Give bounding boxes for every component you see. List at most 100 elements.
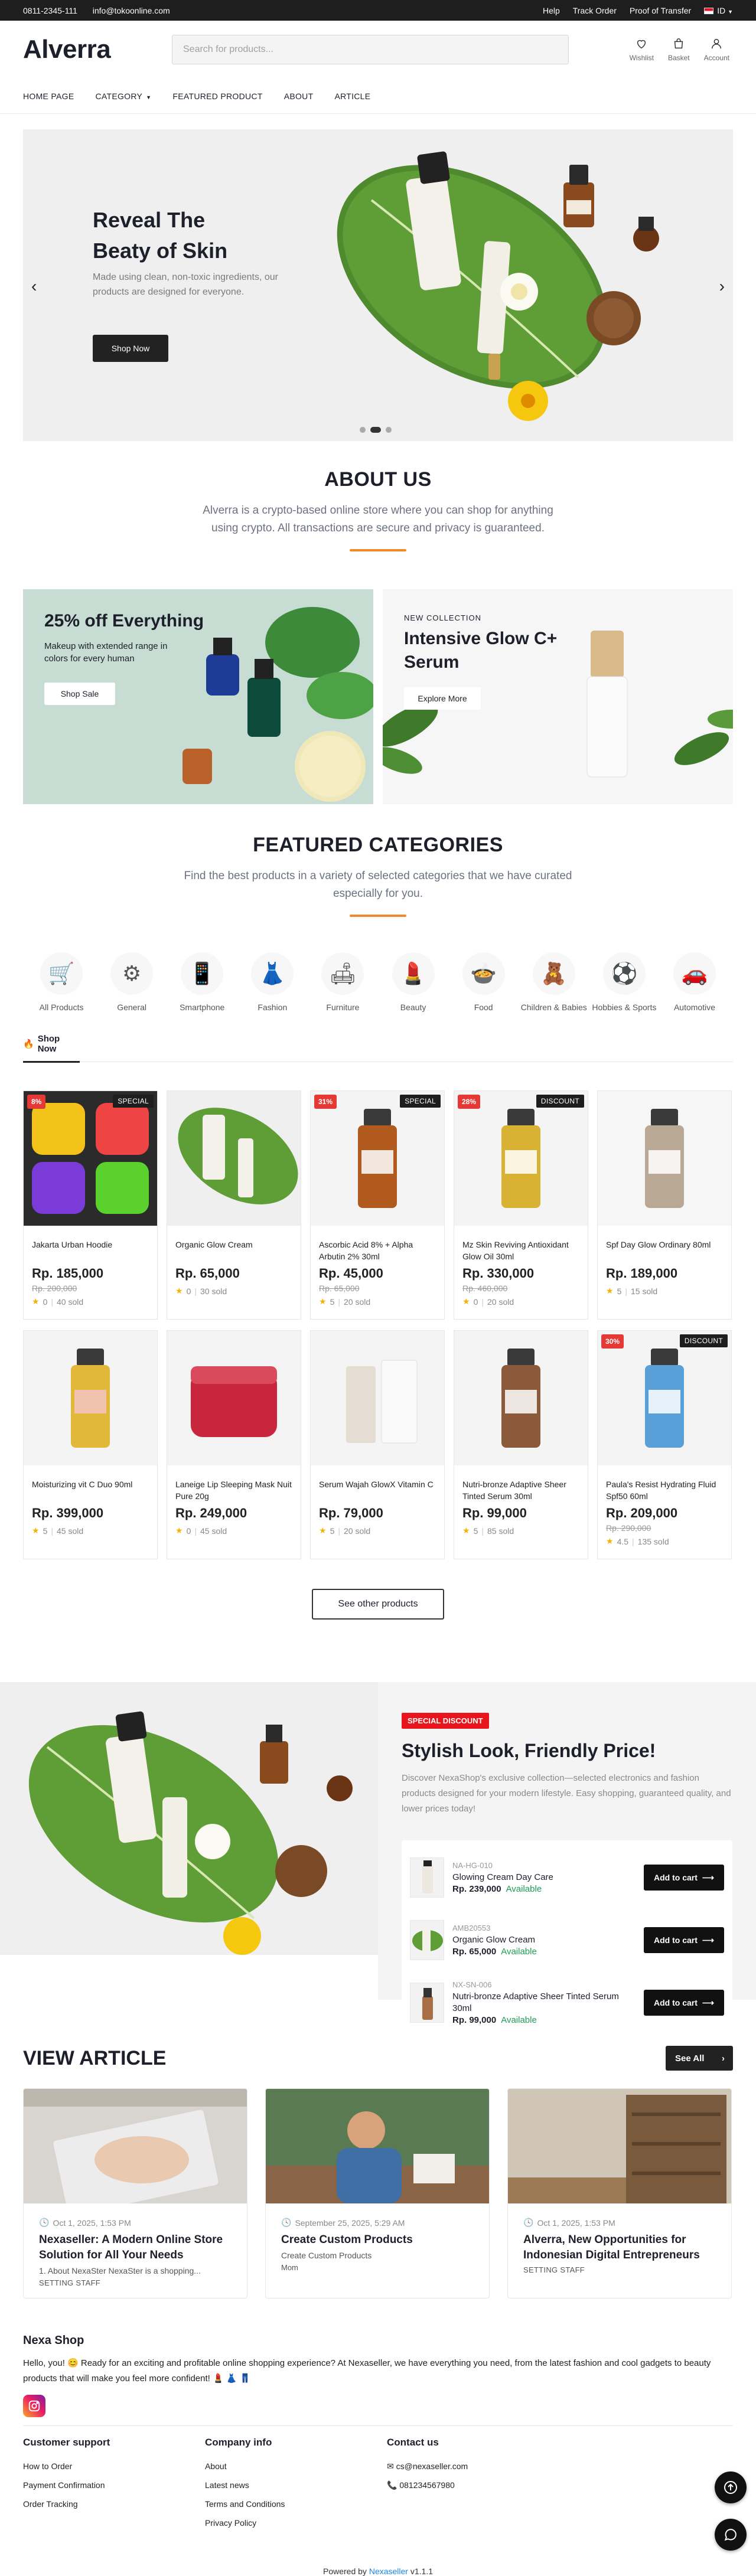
product-card[interactable]: 28% DISCOUNT Mz Skin Reviving Antioxidan… [454, 1091, 588, 1320]
product-sold-count: 20 sold [487, 1297, 514, 1307]
star-icon: ★ [319, 1297, 327, 1306]
add-to-cart-button[interactable]: Add to cart ⟶ [644, 1865, 724, 1891]
product-name[interactable]: Jakarta Urban Hoodie [32, 1239, 149, 1262]
nav-article[interactable]: ARTICLE [334, 92, 370, 101]
discount-item-name[interactable]: Nutri-bronze Adaptive Sheer Tinted Serum… [452, 1991, 636, 2015]
discount-item-name[interactable]: Organic Glow Cream [452, 1934, 636, 1946]
language-selector[interactable]: ID ▼ [704, 6, 733, 15]
category-hobbies-sports[interactable]: ⚽ Hobbies & Sports [591, 952, 658, 1013]
category-all-products[interactable]: 🛒 All Products [28, 952, 95, 1013]
product-card[interactable]: 31% SPECIAL Ascorbic Acid 8% + Alpha Arb… [310, 1091, 445, 1320]
slider-dot[interactable] [360, 427, 366, 433]
product-card[interactable]: Serum Wajah GlowX Vitamin C Rp. 79,000 ★… [310, 1330, 445, 1559]
product-name[interactable]: Serum Wajah GlowX Vitamin C [319, 1478, 436, 1502]
car-icon: 🚗 [673, 952, 716, 995]
product-name[interactable]: Mz Skin Reviving Antioxidant Glow Oil 30… [462, 1239, 579, 1262]
product-card[interactable]: Nutri-bronze Adaptive Sheer Tinted Serum… [454, 1330, 588, 1559]
slider-dot[interactable] [386, 427, 392, 433]
category-automotive[interactable]: 🚗 Automotive [661, 952, 728, 1013]
product-price: Rp. 185,000 [32, 1266, 104, 1281]
product-name[interactable]: Laneige Lip Sleeping Mask Nuit Pure 20g [175, 1478, 292, 1502]
nav-category[interactable]: CATEGORY ▼ [95, 92, 151, 101]
nav-about[interactable]: ABOUT [284, 92, 314, 101]
sports-icon: ⚽ [602, 952, 646, 995]
product-name[interactable]: Spf Day Glow Ordinary 80ml [606, 1239, 723, 1262]
product-name[interactable]: Paula's Resist Hydrating Fluid Spf50 60m… [606, 1478, 723, 1502]
article-title[interactable]: Create Custom Products [281, 2232, 474, 2248]
main-nav: HOME PAGE CATEGORY ▼ FEATURED PRODUCT ABO… [0, 79, 756, 114]
article-card[interactable]: 🕓 September 25, 2025, 5:29 AM Create Cust… [265, 2088, 490, 2299]
add-to-cart-button[interactable]: Add to cart ⟶ [644, 1990, 724, 2016]
article-title[interactable]: Nexaseller: A Modern Online Store Soluti… [39, 2232, 232, 2263]
add-to-cart-button[interactable]: Add to cart ⟶ [644, 1927, 724, 1953]
about-link[interactable]: About [205, 2457, 387, 2476]
explore-more-button[interactable]: Explore More [404, 687, 481, 710]
category-children-babies[interactable]: 🧸 Children & Babies [520, 952, 588, 1013]
category-beauty[interactable]: 💄 Beauty [380, 952, 447, 1013]
discount-item-name[interactable]: Glowing Cream Day Care [452, 1872, 636, 1883]
promo-eyebrow: NEW COLLECTION [404, 613, 482, 622]
payment-confirmation-link[interactable]: Payment Confirmation [23, 2476, 205, 2495]
slider-dot-active[interactable] [370, 427, 381, 433]
search-input[interactable] [172, 35, 569, 64]
product-name[interactable]: Moisturizing vit C Duo 90ml [32, 1478, 149, 1502]
track-order-link[interactable]: Track Order [573, 6, 617, 15]
product-card[interactable]: 30% DISCOUNT Paula's Resist Hydrating Fl… [597, 1330, 732, 1559]
product-name[interactable]: Ascorbic Acid 8% + Alpha Arbutin 2% 30ml [319, 1239, 436, 1262]
category-furniture[interactable]: 🛋 Furniture [309, 952, 376, 1013]
privacy-policy-link[interactable]: Privacy Policy [205, 2513, 387, 2532]
product-name[interactable]: Organic Glow Cream [175, 1239, 292, 1262]
promo-new-collection-banner[interactable]: NEW COLLECTION Intensive Glow C+ Serum E… [383, 589, 733, 804]
product-sold-count: 30 sold [200, 1286, 227, 1296]
order-tracking-link[interactable]: Order Tracking [23, 2495, 205, 2513]
product-card[interactable]: Organic Glow Cream Rp. 65,000 ★ 0 | 30 sold [167, 1091, 301, 1320]
site-logo[interactable]: Alverra [23, 35, 172, 64]
category-fashion[interactable]: 👗 Fashion [239, 952, 306, 1013]
product-price: Rp. 330,000 [462, 1266, 535, 1281]
whatsapp-chat-button[interactable] [715, 2519, 747, 2551]
help-link[interactable]: Help [543, 6, 560, 15]
instagram-icon[interactable] [23, 2395, 45, 2417]
scroll-to-top-button[interactable] [715, 2471, 747, 2503]
shop-sale-button[interactable]: Shop Sale [44, 683, 115, 705]
nav-home[interactable]: HOME PAGE [23, 92, 74, 101]
see-other-products-button[interactable]: See other products [312, 1589, 444, 1620]
special-discount-panel: SPECIAL DISCOUNT Stylish Look, Friendly … [378, 1682, 756, 2036]
chevron-right-icon[interactable]: › [719, 277, 725, 296]
contact-email-link[interactable]: ✉ cs@nexaseller.com [387, 2457, 569, 2476]
arrow-right-icon: ⟶ [702, 1935, 714, 1945]
proof-of-transfer-link[interactable]: Proof of Transfer [630, 6, 691, 15]
article-card[interactable]: 🕓 Oct 1, 2025, 1:53 PM Nexaseller: A Mode… [23, 2088, 247, 2299]
promo-sale-banner[interactable]: 25% off Everything Makeup with extended … [23, 589, 373, 804]
see-all-articles-button[interactable]: See All › [666, 2046, 733, 2071]
basket-button[interactable]: Basket [668, 37, 690, 62]
product-card[interactable]: Moisturizing vit C Duo 90ml Rp. 399,000 … [23, 1330, 158, 1559]
product-grid: 8% SPECIAL Jakarta Urban Hoodie Rp. 185,… [23, 1091, 733, 1559]
shop-now-button[interactable]: Shop Now [93, 335, 168, 362]
furniture-icon: 🛋 [321, 952, 364, 995]
product-card[interactable]: Spf Day Glow Ordinary 80ml Rp. 189,000 ★… [597, 1091, 732, 1320]
product-card[interactable]: Laneige Lip Sleeping Mask Nuit Pure 20g … [167, 1330, 301, 1559]
category-food[interactable]: 🍲 Food [450, 952, 517, 1013]
chevron-left-icon[interactable]: ‹ [31, 277, 37, 296]
product-card[interactable]: 8% SPECIAL Jakarta Urban Hoodie Rp. 185,… [23, 1091, 158, 1320]
latest-news-link[interactable]: Latest news [205, 2476, 387, 2495]
article-title[interactable]: Alverra, New Opportunities for Indonesia… [523, 2232, 716, 2263]
category-smartphone[interactable]: 📱 Smartphone [168, 952, 236, 1013]
star-icon: ★ [462, 1297, 470, 1306]
product-image: 31% SPECIAL [311, 1091, 444, 1226]
article-card[interactable]: 🕓 Oct 1, 2025, 1:53 PM Alverra, New Oppor… [507, 2088, 732, 2299]
how-to-order-link[interactable]: How to Order [23, 2457, 205, 2476]
product-name[interactable]: Nutri-bronze Adaptive Sheer Tinted Serum… [462, 1478, 579, 1502]
contact-phone-link[interactable]: 📞 081234567980 [387, 2476, 569, 2495]
site-footer: Nexa Shop Hello, you! 😊 Ready for an exc… [23, 2334, 733, 2576]
tab-shop-now[interactable]: 🔥 Shop Now [23, 1034, 80, 1063]
article-excerpt: 1. About NexaSter NexaSter is a shopping… [39, 2266, 201, 2275]
article-image [508, 2089, 731, 2203]
terms-link[interactable]: Terms and Conditions [205, 2495, 387, 2513]
category-general[interactable]: ⚙ General [98, 952, 165, 1013]
account-button[interactable]: Account [704, 37, 729, 62]
nexaseller-link[interactable]: Nexaseller [369, 2567, 408, 2576]
nav-featured-product[interactable]: FEATURED PRODUCT [172, 92, 262, 101]
wishlist-button[interactable]: Wishlist [630, 37, 654, 62]
